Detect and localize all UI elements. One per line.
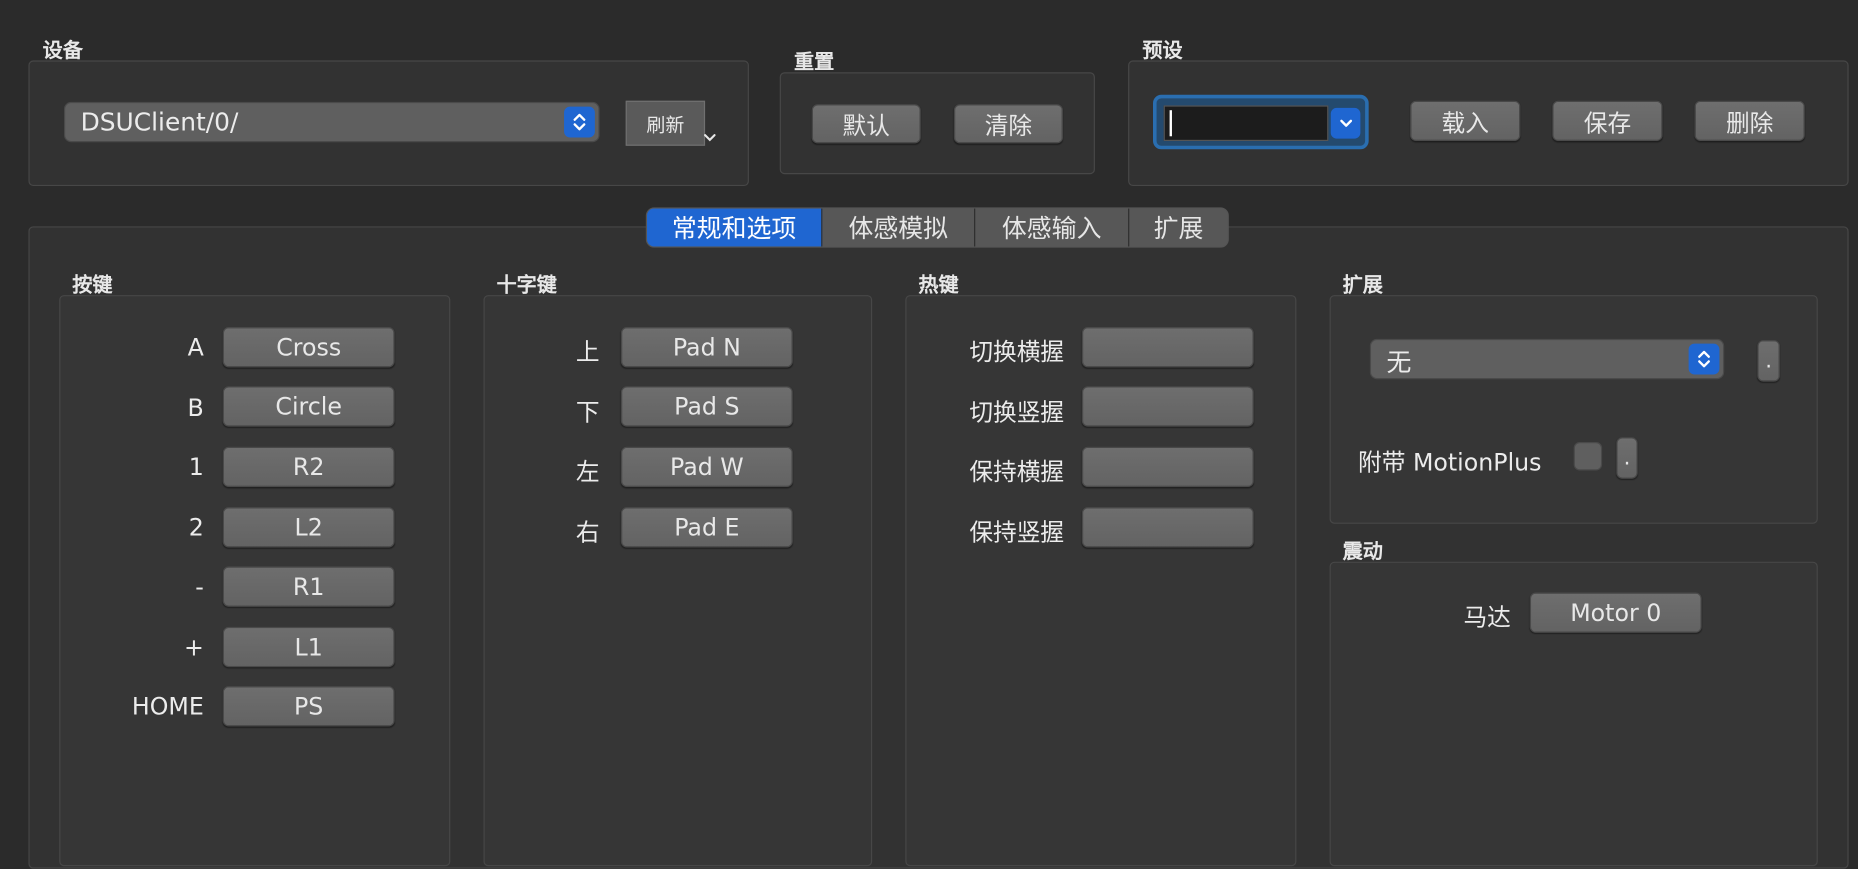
button-plus-value: L1: [294, 632, 323, 662]
delete-label: 删除: [1725, 108, 1774, 137]
dpad-up-mapping[interactable]: Pad N: [620, 327, 793, 368]
tab-extension[interactable]: 扩展: [1129, 209, 1227, 247]
button-minus-label: -: [195, 572, 204, 601]
delete-preset-button[interactable]: 删除: [1694, 100, 1805, 142]
tab-general-label: 常规和选项: [671, 214, 797, 243]
refresh-button[interactable]: 刷新: [625, 100, 706, 146]
button-b-value: Circle: [275, 392, 342, 421]
motor-mapping[interactable]: Motor 0: [1529, 592, 1702, 633]
dpad-left-value: Pad W: [669, 452, 744, 482]
save-preset-button[interactable]: 保存: [1552, 100, 1663, 142]
button-a-value: Cross: [276, 332, 342, 362]
tab-extension-label: 扩展: [1153, 214, 1204, 243]
button-2-value: L2: [294, 513, 323, 542]
motor-value: Motor 0: [1570, 598, 1662, 627]
button-plus-mapping[interactable]: L1: [222, 626, 395, 668]
device-group-title: 设备: [42, 39, 83, 63]
chevron-down-icon[interactable]: [1330, 107, 1361, 139]
controller-config-window: 设备 DSUClient/0/ 刷新 重置 默认 清除 预设 载入 保存 删除 …: [0, 0, 1858, 869]
hotkey-toggle-upright-mapping[interactable]: [1081, 386, 1254, 427]
default-label: 默认: [842, 111, 890, 140]
dpad-section-title: 十字键: [496, 273, 557, 298]
clear-label: 清除: [984, 111, 1033, 140]
dpad-down-label: 下: [575, 398, 600, 427]
button-home-mapping[interactable]: PS: [222, 686, 395, 727]
preset-group-title: 预设: [1142, 39, 1183, 63]
hotkey-hold-upright-label: 保持竖握: [969, 517, 1065, 547]
preset-combo[interactable]: [1153, 94, 1369, 150]
hotkey-toggle-sideways-mapping[interactable]: [1081, 327, 1254, 368]
extension-section: [1329, 295, 1818, 524]
hotkeys-section-title: 热键: [918, 273, 959, 298]
tab-motion-input-label: 体感输入: [1001, 214, 1102, 243]
extension-more-label: .: [1765, 348, 1773, 374]
button-minus-value: R1: [292, 572, 325, 601]
reset-group-title: 重置: [793, 50, 835, 75]
hotkey-hold-sideways-label: 保持横握: [969, 457, 1065, 486]
load-preset-button[interactable]: 载入: [1410, 100, 1521, 142]
hotkey-toggle-upright-label: 切换竖握: [969, 398, 1065, 427]
motionplus-more-label: .: [1623, 445, 1631, 471]
dpad-down-value: Pad S: [674, 392, 740, 421]
button-plus-label: +: [183, 632, 204, 662]
tab-general-options[interactable]: 常规和选项: [647, 208, 823, 247]
button-home-label: HOME: [131, 692, 204, 721]
hotkey-hold-upright-mapping[interactable]: [1081, 507, 1254, 548]
text-cursor: [1169, 110, 1172, 137]
motionplus-label: 附带 MotionPlus: [1358, 447, 1542, 477]
button-a-mapping[interactable]: Cross: [222, 327, 395, 368]
button-2-label: 2: [188, 513, 204, 542]
dpad-right-mapping[interactable]: Pad E: [620, 507, 793, 548]
dpad-down-mapping[interactable]: Pad S: [620, 386, 793, 427]
button-b-label: B: [187, 393, 204, 422]
device-select[interactable]: DSUClient/0/: [63, 101, 600, 143]
save-label: 保存: [1583, 108, 1632, 137]
tab-bar: 常规和选项 体感模拟 体感输入 扩展: [645, 207, 1229, 248]
button-minus-mapping[interactable]: R1: [222, 566, 395, 607]
tab-motion-sim-label: 体感模拟: [848, 214, 948, 243]
default-button[interactable]: 默认: [811, 104, 921, 144]
buttons-section-title: 按键: [72, 273, 113, 298]
button-2-mapping[interactable]: L2: [222, 507, 395, 548]
dpad-up-label: 上: [575, 337, 600, 367]
dpad-right-value: Pad E: [674, 513, 740, 542]
button-a-label: A: [187, 332, 204, 362]
preset-input[interactable]: [1163, 105, 1329, 142]
button-home-value: PS: [294, 692, 324, 721]
hotkey-toggle-sideways-label: 切换横握: [969, 337, 1065, 367]
dpad-left-label: 左: [575, 457, 600, 486]
extension-section-title: 扩展: [1342, 273, 1383, 298]
dpad-up-value: Pad N: [672, 332, 741, 362]
motor-label: 马达: [1463, 603, 1511, 632]
hotkey-hold-sideways-mapping[interactable]: [1081, 446, 1254, 488]
dpad-left-mapping[interactable]: Pad W: [620, 446, 793, 488]
extension-selected-value: 无: [1386, 348, 1412, 377]
tab-motion-simulation[interactable]: 体感模拟: [822, 208, 976, 247]
hotkeys-section: [905, 295, 1297, 867]
dpad-section: [483, 295, 873, 867]
up-down-chevron-icon: [1688, 343, 1720, 375]
rumble-section-title: 震动: [1342, 540, 1383, 565]
load-label: 载入: [1441, 108, 1489, 137]
extension-more-button[interactable]: .: [1757, 340, 1780, 382]
device-selected-value: DSUClient/0/: [80, 107, 239, 137]
button-1-mapping[interactable]: R2: [222, 446, 395, 488]
motionplus-checkbox[interactable]: [1573, 442, 1603, 471]
button-1-label: 1: [188, 452, 204, 482]
chevron-down-icon[interactable]: [703, 126, 717, 149]
clear-button[interactable]: 清除: [953, 104, 1063, 144]
dpad-right-label: 右: [575, 517, 600, 547]
refresh-label: 刷新: [646, 113, 685, 137]
extension-select[interactable]: 无: [1369, 338, 1725, 380]
button-1-value: R2: [292, 452, 325, 482]
up-down-chevron-icon: [564, 106, 595, 138]
tab-motion-input[interactable]: 体感输入: [975, 208, 1130, 247]
motionplus-more-button[interactable]: .: [1616, 437, 1638, 479]
button-b-mapping[interactable]: Circle: [222, 386, 395, 427]
